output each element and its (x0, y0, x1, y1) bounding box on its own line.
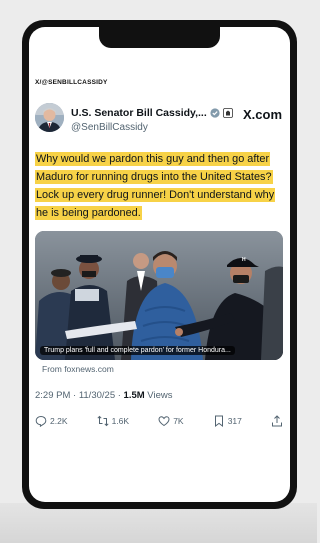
source-tag: X/@SENBILLCASSIDY (35, 79, 108, 86)
phone-notch (99, 27, 220, 48)
bookmark-button[interactable]: 317 (213, 415, 242, 427)
avatar[interactable] (35, 103, 64, 132)
link-card-image[interactable]: H Trump plans 'full and complete pardon'… (35, 231, 283, 360)
bookmark-icon (214, 415, 223, 427)
verified-badge-icon (210, 108, 220, 118)
reply-icon (35, 415, 47, 427)
news-photo: H (35, 231, 283, 360)
action-bar: 2.2K 1.6K 7K 317 (35, 413, 283, 429)
bookmark-count: 317 (227, 416, 242, 426)
views-count: 1.5M (123, 390, 145, 401)
link-source[interactable]: From foxnews.com (42, 364, 114, 374)
x-logo: X.com (242, 107, 282, 122)
repost-count: 1.6K (111, 416, 130, 426)
post-text-highlighted: Why would we pardon this guy and then go… (35, 152, 276, 220)
author-handle[interactable]: @SenBillCassidy (71, 122, 148, 133)
reply-button[interactable]: 2.2K (35, 415, 68, 427)
post-meta: 2:29 PM · 11/30/25 · 1.5M Views (35, 390, 172, 401)
repost-button[interactable]: 1.6K (97, 415, 130, 427)
svg-text:H: H (242, 257, 246, 263)
author-name[interactable]: U.S. Senator Bill Cassidy,... (71, 107, 207, 119)
media-caption: Trump plans 'full and complete pardon' f… (40, 346, 235, 355)
share-icon (271, 415, 282, 427)
like-button[interactable]: 7K (158, 415, 184, 427)
reply-count: 2.2K (50, 416, 68, 426)
post-timestamp[interactable]: 2:29 PM · 11/30/25 · (35, 390, 124, 401)
phone-frame: X/@SENBILLCASSIDY U.S. Senator Bill Cass… (22, 20, 297, 509)
post-text: Why would we pardon this guy and then go… (35, 150, 285, 222)
repost-icon (97, 415, 109, 427)
share-button[interactable] (271, 415, 283, 427)
avatar-photo (35, 103, 64, 132)
views-label: Views (144, 390, 173, 401)
like-count: 7K (173, 416, 184, 426)
affiliation-badge-icon (222, 108, 233, 118)
phone-screen: X/@SENBILLCASSIDY U.S. Senator Bill Cass… (29, 27, 290, 502)
background-floor (0, 503, 317, 543)
like-icon (158, 416, 170, 427)
